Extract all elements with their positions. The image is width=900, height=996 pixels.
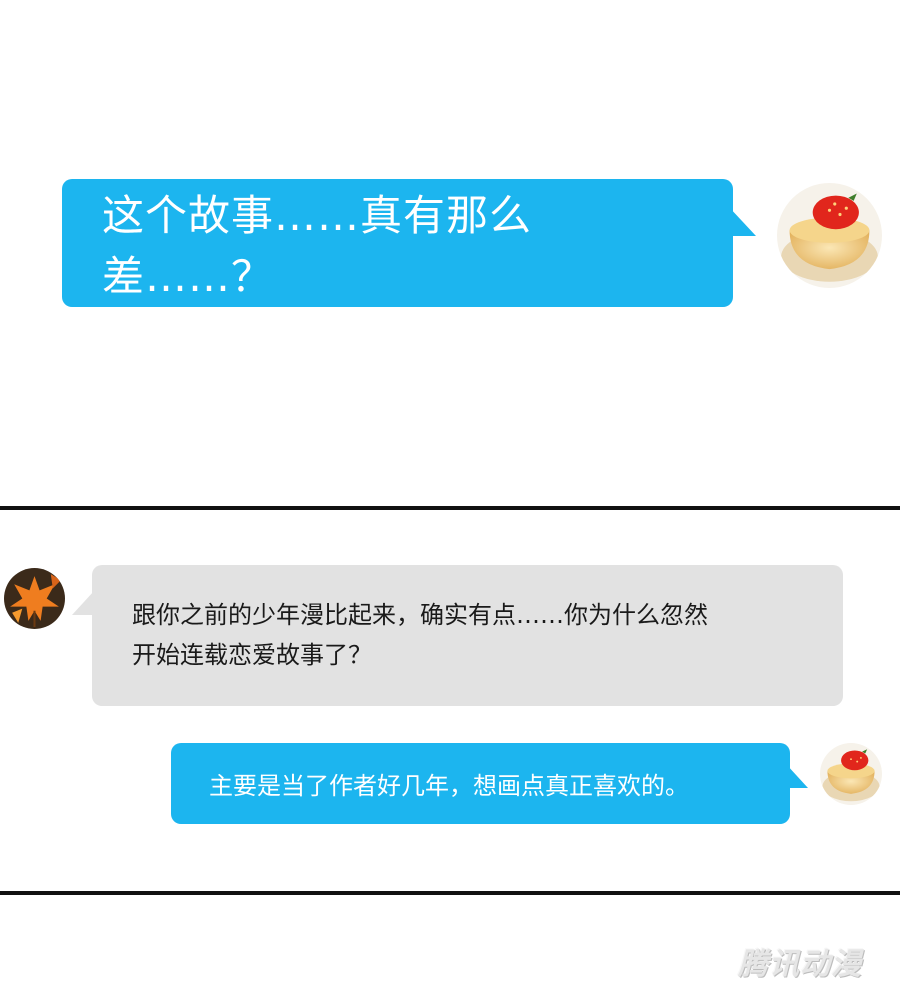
bubble-tail (72, 591, 94, 615)
message-text: 主要是当了作者好几年，想画点真正喜欢的。 (209, 772, 689, 800)
bubble-tail (728, 206, 756, 236)
pudding-strawberry-icon (777, 183, 882, 288)
bubble-tail (786, 764, 808, 788)
maple-leaf-icon (4, 568, 65, 629)
pudding-strawberry-icon (820, 743, 882, 805)
chat-bubble-outgoing: 主要是当了作者好几年，想画点真正喜欢的。 (171, 743, 790, 824)
chat-bubble-incoming: 跟你之前的少年漫比起来，确实有点……你为什么忽然 开始连载恋爱故事了？ (92, 565, 843, 706)
panel-divider (0, 891, 900, 895)
watermark-logo: 腾讯动漫 (738, 947, 862, 982)
comic-panel-1: 这个故事……真有那么差……？ (0, 0, 900, 506)
chat-bubble-outgoing: 这个故事……真有那么差……？ (62, 179, 733, 307)
message-text: 这个故事……真有那么差……？ (102, 191, 533, 301)
panel-divider (0, 506, 900, 510)
message-line-1: 跟你之前的少年漫比起来，确实有点……你为什么忽然 (132, 601, 708, 629)
message-line-2: 开始连载恋爱故事了？ (132, 641, 372, 669)
